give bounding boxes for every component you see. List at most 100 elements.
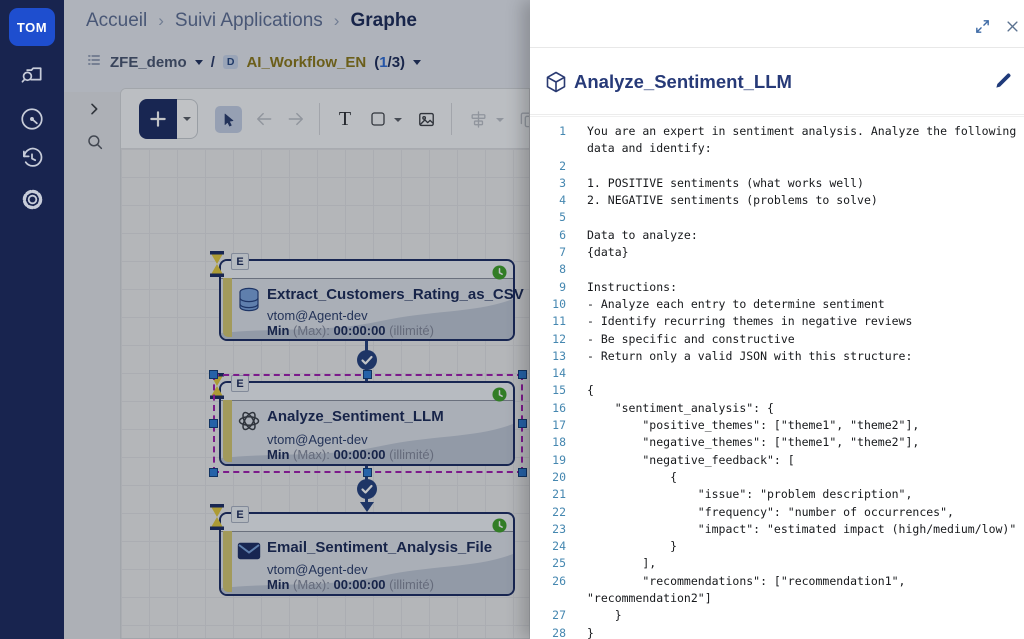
- application-caret-icon[interactable]: [195, 60, 203, 65]
- node-email-sentiment-analysis[interactable]: E Email_Sentiment_Analysis_File vtom@Age…: [219, 512, 515, 596]
- line-text[interactable]: data and identify:: [587, 140, 712, 157]
- line-text[interactable]: - Return only a valid JSON with this str…: [587, 348, 912, 365]
- redo-button[interactable]: [283, 106, 309, 132]
- line-text[interactable]: Data to analyze:: [587, 227, 698, 244]
- line-text[interactable]: "recommendations": ["recommendation1",: [587, 573, 906, 590]
- code-line[interactable]: 24 }: [530, 538, 1024, 555]
- selection-handle[interactable]: [518, 468, 527, 477]
- close-panel-icon[interactable]: [1002, 16, 1022, 36]
- breadcrumb-item-accueil[interactable]: Accueil: [86, 10, 147, 32]
- code-line[interactable]: 6Data to analyze:: [530, 227, 1024, 244]
- line-text[interactable]: "negative_feedback": [: [587, 452, 795, 469]
- code-line[interactable]: 21 "issue": "problem description",: [530, 486, 1024, 503]
- line-text[interactable]: }: [587, 625, 594, 639]
- code-line[interactable]: 42. NEGATIVE sentiments (problems to sol…: [530, 192, 1024, 209]
- application-name[interactable]: ZFE_demo: [110, 54, 187, 71]
- line-text[interactable]: "issue": "problem description",: [587, 486, 912, 503]
- pointer-tool-button[interactable]: [215, 106, 242, 133]
- expand-panel-icon[interactable]: [972, 16, 992, 36]
- code-line[interactable]: data and identify:: [530, 140, 1024, 157]
- code-line[interactable]: 22 "frequency": "number of occurrences",: [530, 504, 1024, 521]
- code-line[interactable]: 23 "impact": "estimated impact (high/med…: [530, 521, 1024, 538]
- line-number: 11: [530, 313, 566, 330]
- selection-handle[interactable]: [518, 370, 527, 379]
- workflow-name[interactable]: AI_Workflow_EN: [246, 54, 366, 71]
- code-line[interactable]: 17 "positive_themes": ["theme1", "theme2…: [530, 417, 1024, 434]
- code-line[interactable]: 25 ],: [530, 555, 1024, 572]
- shape-caret-button[interactable]: [391, 115, 405, 125]
- code-line[interactable]: "recommendation2"]: [530, 590, 1024, 607]
- line-number: [530, 590, 566, 607]
- code-line[interactable]: 26 "recommendations": ["recommendation1"…: [530, 573, 1024, 590]
- code-line[interactable]: 10- Analyze each entry to determine sent…: [530, 296, 1024, 313]
- line-text[interactable]: - Identify recurring themes in negative …: [587, 313, 912, 330]
- align-tool-button[interactable]: [465, 106, 491, 132]
- undo-button[interactable]: [251, 106, 277, 132]
- code-line[interactable]: 9Instructions:: [530, 279, 1024, 296]
- line-text[interactable]: "frequency": "number of occurrences",: [587, 504, 954, 521]
- line-text[interactable]: ],: [587, 555, 656, 572]
- code-line[interactable]: 7{data}: [530, 244, 1024, 261]
- line-text[interactable]: You are an expert in sentiment analysis.…: [587, 123, 1016, 140]
- link-check-badge[interactable]: [356, 478, 378, 505]
- line-text[interactable]: {data}: [587, 244, 629, 261]
- code-line[interactable]: 5: [530, 209, 1024, 226]
- line-text[interactable]: {: [587, 382, 594, 399]
- selection-handle[interactable]: [363, 370, 372, 379]
- add-node-button[interactable]: [139, 99, 177, 139]
- line-text[interactable]: - Be specific and constructive: [587, 331, 795, 348]
- collapse-rail-chevron-icon[interactable]: [86, 100, 102, 123]
- line-text[interactable]: "impact": "estimated impact (high/medium…: [587, 521, 1016, 538]
- workflow-caret-icon[interactable]: [413, 60, 421, 65]
- line-text[interactable]: Instructions:: [587, 279, 677, 296]
- selection-handle[interactable]: [209, 468, 218, 477]
- line-text[interactable]: "recommendation2"]: [587, 590, 712, 607]
- code-line[interactable]: 27 }: [530, 607, 1024, 624]
- selection-handle[interactable]: [209, 419, 218, 428]
- line-text[interactable]: {: [587, 469, 677, 486]
- code-line[interactable]: 28}: [530, 625, 1024, 639]
- line-text[interactable]: }: [587, 607, 622, 624]
- text-tool-button[interactable]: T: [331, 104, 359, 134]
- code-line[interactable]: 15{: [530, 382, 1024, 399]
- add-node-caret-button[interactable]: [177, 99, 198, 139]
- code-line[interactable]: 8: [530, 261, 1024, 278]
- code-line[interactable]: 13- Return only a valid JSON with this s…: [530, 348, 1024, 365]
- line-text[interactable]: "sentiment_analysis": {: [587, 400, 774, 417]
- align-caret-button[interactable]: [493, 115, 507, 125]
- breadcrumb-item-suivi-applications[interactable]: Suivi Applications: [175, 10, 323, 32]
- selection-handle[interactable]: [518, 419, 527, 428]
- explorer-search-icon[interactable]: [17, 60, 47, 90]
- code-line[interactable]: 31. POSITIVE sentiments (what works well…: [530, 175, 1024, 192]
- code-line[interactable]: 16 "sentiment_analysis": {: [530, 400, 1024, 417]
- code-line[interactable]: 14: [530, 365, 1024, 382]
- line-text[interactable]: "negative_themes": ["theme1", "theme2"],: [587, 434, 919, 451]
- code-line[interactable]: 19 "negative_feedback": [: [530, 452, 1024, 469]
- line-text[interactable]: 1. POSITIVE sentiments (what works well): [587, 175, 864, 192]
- copy-tool-button[interactable]: [515, 106, 530, 132]
- dashboard-gauge-icon[interactable]: [17, 104, 47, 134]
- code-line[interactable]: 12- Be specific and constructive: [530, 331, 1024, 348]
- code-line[interactable]: 2: [530, 158, 1024, 175]
- line-text[interactable]: }: [587, 538, 677, 555]
- code-line[interactable]: 20 {: [530, 469, 1024, 486]
- line-text[interactable]: "positive_themes": ["theme1", "theme2"],: [587, 417, 919, 434]
- node-analyze-sentiment-llm[interactable]: E Analyze_Sentiment_LLM vtom@Agent-dev M…: [219, 381, 515, 466]
- edit-pencil-icon[interactable]: [994, 71, 1013, 95]
- line-text[interactable]: - Analyze each entry to determine sentim…: [587, 296, 885, 313]
- selection-handle[interactable]: [363, 468, 372, 477]
- code-line[interactable]: 11 - Identify recurring themes in negativ…: [530, 313, 1024, 330]
- tom-logo[interactable]: TOM: [9, 8, 55, 46]
- selection-handle[interactable]: [209, 370, 218, 379]
- node-extract-customers-rating[interactable]: E Extract_Customers_Rating_as_CSV vtom@A…: [219, 259, 515, 341]
- prompt-code-editor[interactable]: 1You are an expert in sentiment analysis…: [530, 116, 1024, 639]
- image-tool-button[interactable]: [413, 106, 439, 132]
- code-line[interactable]: 18 "negative_themes": ["theme1", "theme2…: [530, 434, 1024, 451]
- path-slash: /: [211, 54, 215, 71]
- history-icon[interactable]: [17, 143, 47, 173]
- canvas-search-icon[interactable]: [86, 133, 104, 156]
- settings-gear-icon[interactable]: [17, 184, 47, 214]
- shape-tool-button[interactable]: [365, 106, 391, 132]
- code-line[interactable]: 1You are an expert in sentiment analysis…: [530, 123, 1024, 140]
- line-text[interactable]: 2. NEGATIVE sentiments (problems to solv…: [587, 192, 878, 209]
